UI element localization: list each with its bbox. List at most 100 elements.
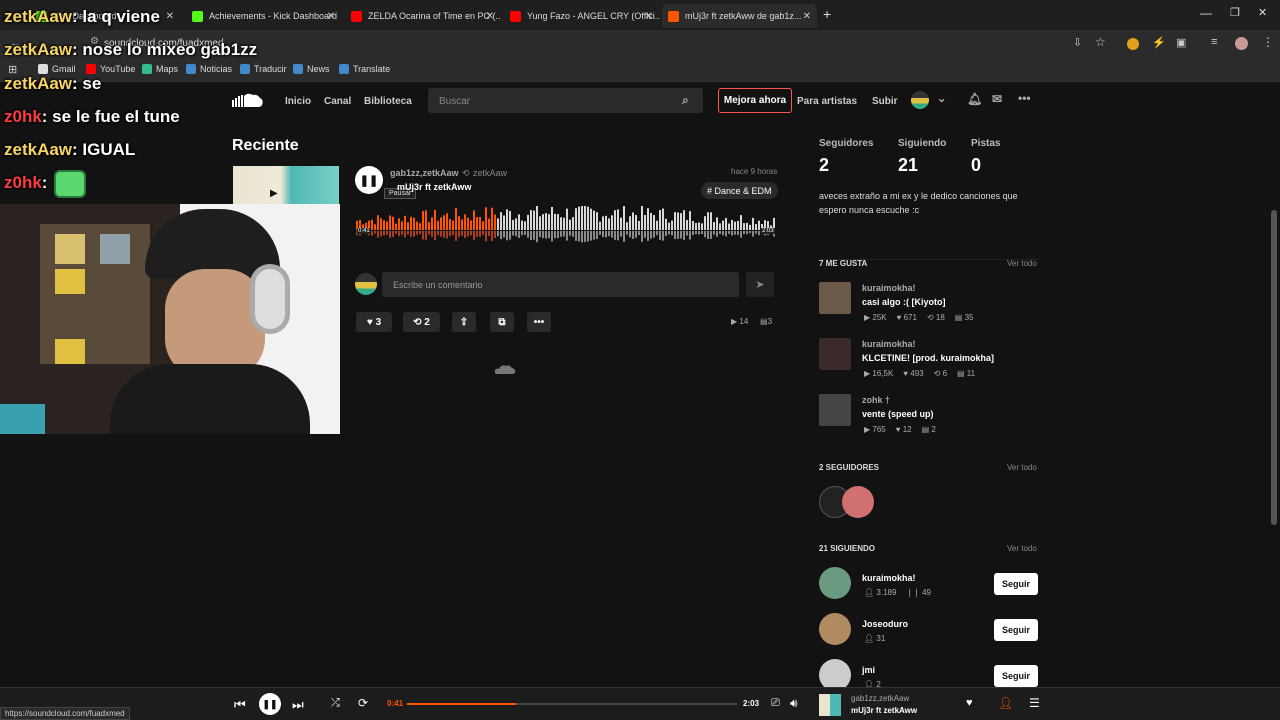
heart-icon[interactable]: ♥ bbox=[966, 697, 973, 709]
likes-view-all[interactable]: Ver todo bbox=[1007, 259, 1037, 268]
tab-achievements[interactable]: Achievements - Kick Dashboard ✕ bbox=[186, 4, 341, 28]
bell-icon[interactable]: 🔔︎ bbox=[967, 92, 982, 106]
follow-user-icon[interactable]: 👤︎ bbox=[998, 696, 1013, 710]
waveform-bar-reflection bbox=[632, 231, 634, 239]
close-window-button[interactable]: ✕ bbox=[1258, 6, 1267, 19]
following-title[interactable]: 21 SIGUIENDO bbox=[819, 544, 875, 553]
nav-para-artistas[interactable]: Para artistas bbox=[797, 96, 857, 107]
soundcloud-logo-icon[interactable] bbox=[232, 92, 264, 108]
tab-yung-fazo[interactable]: Yung Fazo - ANGEL CRY (Offici... ✕ bbox=[504, 4, 659, 28]
repost-by[interactable]: zetkAaw bbox=[473, 168, 507, 178]
volume-icon[interactable]: 🔊︎ bbox=[790, 696, 798, 711]
new-tab-button[interactable]: + bbox=[823, 6, 831, 22]
nav-canal[interactable]: Canal bbox=[324, 96, 351, 107]
pause-button[interactable]: ❚❚ bbox=[355, 166, 383, 194]
close-icon[interactable]: ✕ bbox=[645, 11, 653, 22]
extension-icon[interactable] bbox=[1127, 38, 1139, 50]
liked-track[interactable]: zohk † vente (speed up) ▶ 765 ♥ 12 ▤ 2 bbox=[819, 394, 1039, 436]
chevron-down-icon[interactable]: ⌄ bbox=[937, 92, 946, 105]
stat-tracks[interactable]: Pistas 0 bbox=[971, 138, 1000, 176]
genre-tag[interactable]: # Dance & EDM bbox=[701, 182, 778, 199]
copy-link-button[interactable]: ⧉ bbox=[490, 312, 514, 332]
follow-button[interactable]: Seguir bbox=[994, 665, 1038, 687]
liked-track[interactable]: kuraimokha! casi algo :( [Kiyoto] ▶ 25K … bbox=[819, 282, 1039, 324]
send-comment-button[interactable]: ➤ bbox=[746, 272, 774, 297]
more-icon[interactable]: ••• bbox=[1018, 91, 1031, 105]
minimize-button[interactable]: — bbox=[1200, 6, 1212, 20]
search-icon[interactable]: ⌕ bbox=[682, 93, 689, 108]
close-icon[interactable]: ✕ bbox=[166, 11, 174, 22]
track-artist[interactable]: gab1zz,zetkAaw bbox=[390, 168, 459, 178]
track-thumbnail[interactable] bbox=[819, 394, 851, 426]
share-button[interactable]: ⇪ bbox=[452, 312, 476, 332]
user-avatar[interactable] bbox=[819, 659, 851, 687]
repeat-icon[interactable]: ⟳ bbox=[358, 696, 368, 710]
extension-icon[interactable]: ⚡ bbox=[1152, 36, 1166, 49]
follower-avatar[interactable] bbox=[842, 486, 874, 518]
stat-following[interactable]: Siguiendo 21 bbox=[898, 138, 946, 176]
following-item[interactable]: Joseoduro 👤︎ 31 Seguir bbox=[819, 613, 1039, 647]
track-title[interactable]: mUj3r ft zetkAww bbox=[397, 182, 471, 192]
bookmark-translate[interactable]: Translate bbox=[339, 64, 390, 74]
play-overlay-icon[interactable]: ▶ bbox=[270, 188, 278, 199]
nav-inicio[interactable]: Inicio bbox=[285, 96, 311, 107]
user-avatar[interactable] bbox=[819, 567, 851, 599]
menu-icon[interactable]: ⋮ bbox=[1262, 35, 1274, 49]
bookmark-news[interactable]: News bbox=[293, 64, 330, 74]
liked-track[interactable]: kuraimokha! KLCETINE! [prod. kuraimokha]… bbox=[819, 338, 1039, 380]
next-icon[interactable]: ⏭︎ bbox=[292, 697, 304, 713]
close-icon[interactable]: ✕ bbox=[486, 11, 494, 22]
follow-button[interactable]: Seguir bbox=[994, 619, 1038, 641]
following-item[interactable]: jmi 👤︎ 2 Seguir bbox=[819, 659, 1039, 687]
reading-list-icon[interactable]: ≡ bbox=[1211, 36, 1217, 48]
likes-title[interactable]: 7 ME GUSTA bbox=[819, 259, 867, 268]
like-button[interactable]: ♥ 3 bbox=[356, 312, 392, 332]
upgrade-button[interactable]: Mejora ahora bbox=[718, 88, 792, 113]
cast-icon[interactable]: ⎚ bbox=[771, 697, 780, 710]
bookmark-youtube[interactable]: YouTube bbox=[86, 64, 135, 74]
profile-avatar[interactable] bbox=[1235, 37, 1248, 50]
shuffle-icon[interactable]: ⤮ bbox=[331, 697, 340, 710]
tab-soundcloud-active[interactable]: mUj3r ft zetkAww de gab1z... ✕ bbox=[662, 4, 817, 28]
repost-button[interactable]: ⟲ 2 bbox=[403, 312, 440, 332]
scrollbar-thumb[interactable] bbox=[1271, 210, 1277, 525]
puzzle-icon[interactable]: ▣ bbox=[1176, 36, 1186, 49]
bookmark-gmail[interactable]: Gmail bbox=[38, 64, 76, 74]
player-artwork[interactable] bbox=[819, 694, 841, 716]
tab-zelda[interactable]: ZELDA Ocarina of Time en PC (... ✕ bbox=[345, 4, 500, 28]
comment-input[interactable]: Escribe un comentario bbox=[382, 272, 739, 297]
track-thumbnail[interactable] bbox=[819, 282, 851, 314]
followers-view-all[interactable]: Ver todo bbox=[1007, 463, 1037, 472]
player-progress-bar[interactable] bbox=[407, 703, 737, 705]
bookmark-noticias[interactable]: Noticias bbox=[186, 64, 232, 74]
following-item[interactable]: kuraimokha! 👤︎ 3.189 ❘❘ 49 Seguir bbox=[819, 567, 1039, 601]
install-icon[interactable]: ⇩ bbox=[1073, 36, 1082, 49]
close-icon[interactable]: ✕ bbox=[803, 11, 811, 22]
previous-icon[interactable]: ⏮︎ bbox=[234, 697, 246, 713]
waveform[interactable] bbox=[356, 206, 776, 248]
bookmark-traducir[interactable]: Traducir bbox=[240, 64, 287, 74]
waveform-bar-reflection bbox=[644, 231, 646, 238]
player-pause-button[interactable]: ❚❚ bbox=[259, 693, 281, 715]
bookmark-maps[interactable]: Maps bbox=[142, 64, 178, 74]
close-icon[interactable]: ✕ bbox=[327, 11, 335, 22]
star-icon[interactable]: ☆ bbox=[1095, 35, 1106, 49]
mail-icon[interactable]: ✉ bbox=[992, 92, 1002, 106]
track-thumbnail[interactable] bbox=[819, 338, 851, 370]
nav-subir[interactable]: Subir bbox=[872, 96, 898, 107]
following-view-all[interactable]: Ver todo bbox=[1007, 544, 1037, 553]
nav-biblioteca[interactable]: Biblioteca bbox=[364, 96, 412, 107]
user-avatar[interactable] bbox=[911, 91, 929, 109]
player-artist[interactable]: gab1zz,zetkAaw bbox=[851, 694, 909, 703]
search-input[interactable]: Buscar ⌕ bbox=[428, 88, 703, 113]
user-avatar[interactable] bbox=[819, 613, 851, 645]
followers-title[interactable]: 2 SEGUIDORES bbox=[819, 463, 879, 472]
more-button[interactable]: ••• bbox=[527, 312, 551, 332]
player-title[interactable]: mUj3r ft zetkAww bbox=[851, 706, 917, 715]
maximize-button[interactable]: ❐ bbox=[1230, 6, 1240, 19]
browser-tab-bar: Kick Dashboard ✕ Achievements - Kick Das… bbox=[0, 0, 1280, 30]
stat-followers[interactable]: Seguidores 2 bbox=[819, 138, 873, 176]
follow-button[interactable]: Seguir bbox=[994, 573, 1038, 595]
queue-icon[interactable]: ☰ bbox=[1029, 696, 1040, 710]
track-artwork[interactable] bbox=[233, 166, 339, 206]
